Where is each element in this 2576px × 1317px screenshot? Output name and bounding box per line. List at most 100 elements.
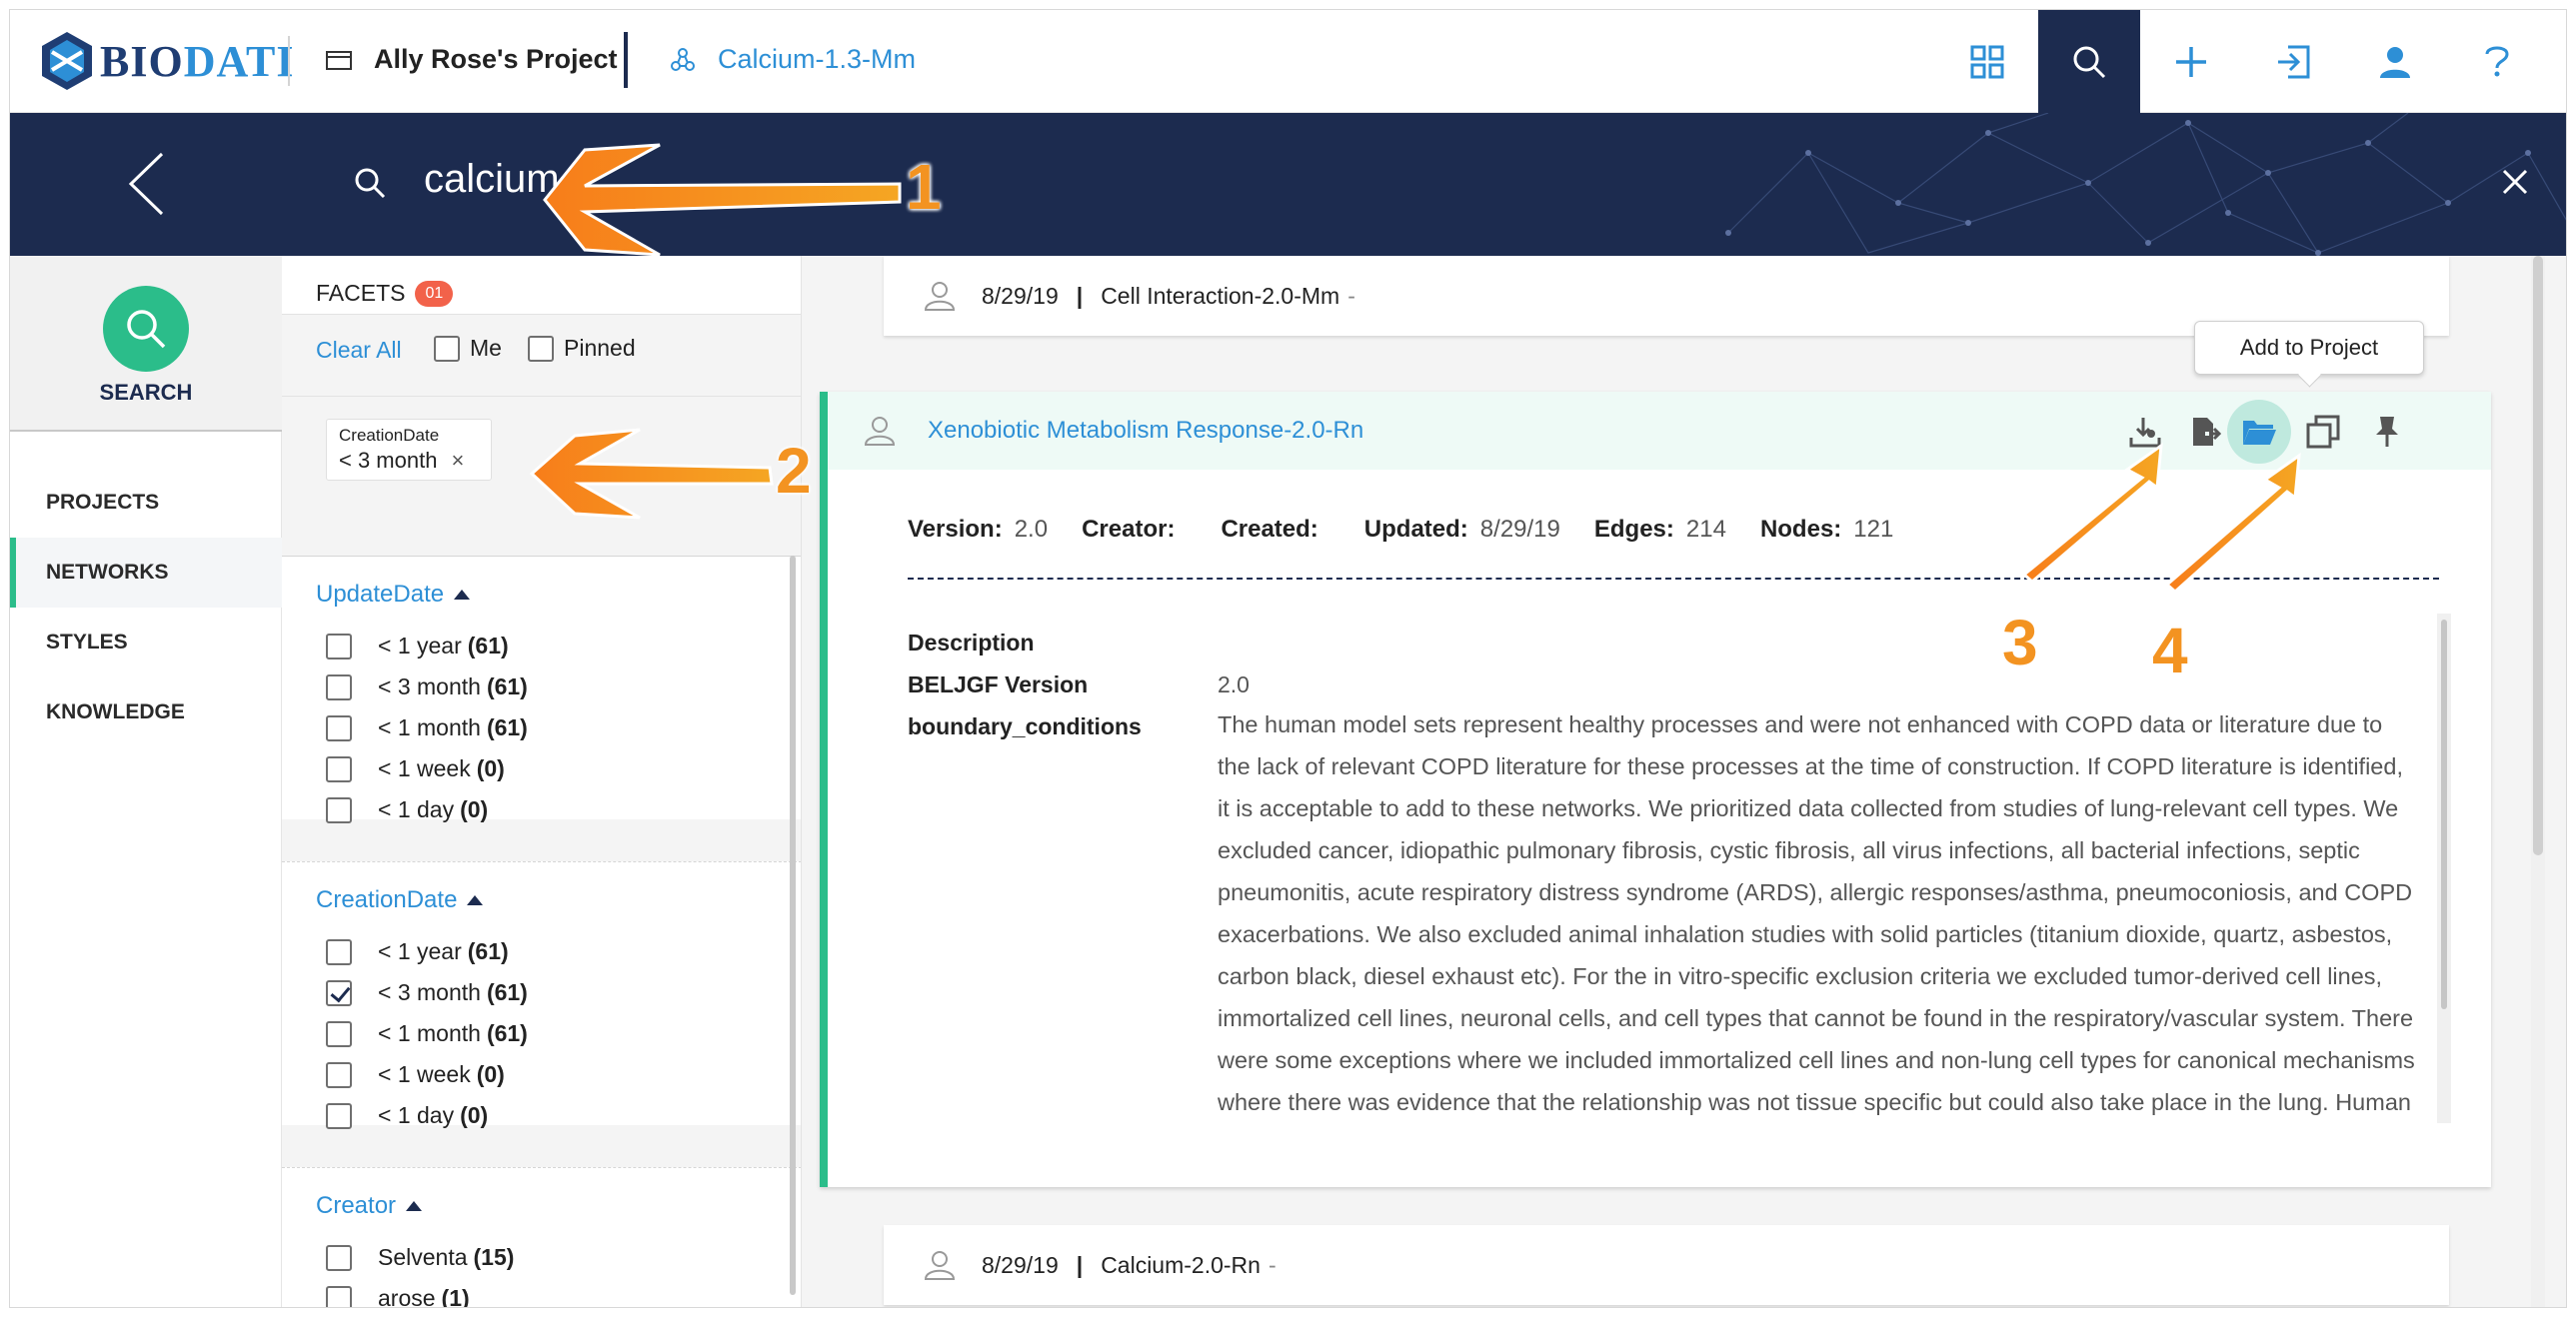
annotation-number-3: 3 <box>2002 607 2038 678</box>
facet-option[interactable]: < 1 month (61) <box>326 714 528 741</box>
search-nav-button[interactable] <box>2038 10 2140 113</box>
add-button[interactable] <box>2140 10 2242 113</box>
facet-checkbox[interactable] <box>326 673 352 700</box>
facet-option[interactable]: < 1 week (0) <box>326 755 505 782</box>
caret-up-icon <box>454 590 471 600</box>
search-circle <box>103 286 189 372</box>
facet-title-creator[interactable]: Creator <box>316 1192 423 1220</box>
pinned-checkbox[interactable] <box>528 335 554 362</box>
expanded-result-card: Xenobiotic Metabolism Response-2.0-Rn Ve… <box>820 392 2491 1187</box>
search-icon <box>127 310 166 349</box>
facet-checkbox[interactable] <box>326 1244 352 1271</box>
apps-grid-button[interactable] <box>1936 10 2038 113</box>
card-scrollbar[interactable] <box>2437 614 2451 1123</box>
user-outline-icon <box>864 417 896 446</box>
result-date: 8/29/19 <box>982 1251 1059 1278</box>
search-tile-label: SEARCH <box>99 380 193 405</box>
facet-checkbox-checked[interactable] <box>326 979 352 1006</box>
user-outline-icon <box>924 1251 956 1280</box>
facet-group-creator: Creator Selventa (15) arose (1) <box>282 1167 801 1307</box>
facet-option[interactable]: < 1 day (0) <box>326 1102 488 1129</box>
top-header: BIODATI Ally Rose's Project Calcium-1.3-… <box>10 10 2566 113</box>
export-icon <box>2193 418 2221 446</box>
duplicate-button[interactable] <box>2297 406 2349 458</box>
breadcrumb-divider <box>624 32 628 88</box>
facet-title-creationdate[interactable]: CreationDate <box>316 886 484 914</box>
back-chevron-icon[interactable] <box>126 151 166 217</box>
network-name: Calcium-1.3-Mm <box>718 44 917 74</box>
facet-checkbox[interactable] <box>326 714 352 741</box>
facet-option[interactable]: < 3 month (61) <box>326 979 528 1006</box>
nav-item-projects[interactable]: PROJECTS <box>10 468 282 538</box>
nav-item-knowledge[interactable]: KNOWLEDGE <box>10 677 282 747</box>
facet-checkbox[interactable] <box>326 938 352 965</box>
result-name: Calcium-2.0-Rn <box>1101 1251 1261 1278</box>
facet-checkbox[interactable] <box>326 1020 352 1047</box>
facet-option[interactable]: Selventa (15) <box>326 1244 514 1271</box>
metadata-divider <box>908 578 2439 580</box>
results-scrollbar[interactable] <box>2531 256 2545 1307</box>
network-metadata: Version: 2.0 Creator: Created: Updated: 8/… <box>908 516 1894 543</box>
nav-item-networks[interactable]: NETWORKS <box>10 538 282 608</box>
search-nav-tile[interactable]: SEARCH <box>10 256 282 432</box>
folder-open-icon <box>2243 421 2276 445</box>
facet-option[interactable]: < 1 week (0) <box>326 1061 505 1088</box>
clear-all-link[interactable]: Clear All <box>316 337 402 364</box>
result-date: 8/29/19 <box>982 282 1059 309</box>
network-pattern-decoration <box>1725 113 2566 256</box>
result-row[interactable]: 8/29/19 | Calcium-2.0-Rn - <box>884 1225 2449 1305</box>
pinned-filter[interactable]: Pinned <box>528 335 636 362</box>
facet-checkbox[interactable] <box>326 1285 352 1307</box>
add-to-project-button[interactable] <box>2227 400 2291 464</box>
results-scroll-thumb[interactable] <box>2533 256 2543 855</box>
network-title-link[interactable]: Xenobiotic Metabolism Response-2.0-Rn <box>928 417 1363 445</box>
me-filter[interactable]: Me <box>434 335 502 362</box>
facet-checkbox[interactable] <box>326 1061 352 1088</box>
me-checkbox[interactable] <box>434 335 460 362</box>
facet-option[interactable]: < 1 year (61) <box>326 633 509 659</box>
facet-checkbox[interactable] <box>326 755 352 782</box>
search-banner: calcium <box>10 113 2566 256</box>
help-button[interactable] <box>2446 10 2548 113</box>
export-button[interactable] <box>2179 406 2231 458</box>
load-icon <box>2129 418 2161 448</box>
close-icon[interactable] <box>2502 169 2528 195</box>
logo-wordmark: BIODATI <box>100 36 295 86</box>
import-button[interactable] <box>2242 10 2344 113</box>
annotation-number-4: 4 <box>2152 615 2188 686</box>
result-name: Cell Interaction-2.0-Mm <box>1101 282 1340 309</box>
facets-scrollbar[interactable] <box>790 556 796 1295</box>
facet-option[interactable]: < 1 year (61) <box>326 938 509 965</box>
facets-title: FACETS 01 <box>316 280 454 307</box>
search-input[interactable]: calcium <box>424 157 560 202</box>
project-name: Ally Rose's Project <box>374 44 618 74</box>
facet-checkbox[interactable] <box>326 633 352 659</box>
search-icon <box>355 168 386 199</box>
caret-up-icon <box>406 1201 423 1211</box>
facet-option[interactable]: arose (1) <box>326 1285 470 1307</box>
facet-title-updatedate[interactable]: UpdateDate <box>316 581 471 609</box>
biodati-logo[interactable]: BIODATI <box>38 30 294 92</box>
import-icon <box>2278 45 2310 78</box>
facet-option[interactable]: < 1 month (61) <box>326 1020 528 1047</box>
pin-button[interactable] <box>2361 406 2413 458</box>
annotation-number-2: 2 <box>776 435 812 507</box>
grid-icon <box>1970 45 2004 78</box>
plus-icon <box>2176 46 2206 77</box>
beljgf-version-label: BELJGF Version <box>908 671 1089 697</box>
facets-toolbar: Clear All Me Pinned <box>282 314 801 396</box>
remove-filter-icon[interactable]: × <box>451 448 464 474</box>
facet-checkbox[interactable] <box>326 796 352 823</box>
project-breadcrumb[interactable]: Ally Rose's Project <box>326 44 618 75</box>
account-button[interactable] <box>2344 10 2446 113</box>
filter-chip-value: < 3 month × <box>339 448 465 474</box>
nav-item-styles[interactable]: STYLES <box>10 608 282 677</box>
facet-option[interactable]: < 1 day (0) <box>326 796 488 823</box>
biodati-logo-icon <box>42 32 92 90</box>
facet-checkbox[interactable] <box>326 1102 352 1129</box>
network-breadcrumb[interactable]: Calcium-1.3-Mm <box>670 44 916 75</box>
card-scroll-thumb[interactable] <box>2441 620 2447 1009</box>
active-filter-chip: CreationDate < 3 month × <box>326 419 492 481</box>
load-network-button[interactable] <box>2119 406 2171 458</box>
facet-option[interactable]: < 3 month (61) <box>326 673 528 700</box>
